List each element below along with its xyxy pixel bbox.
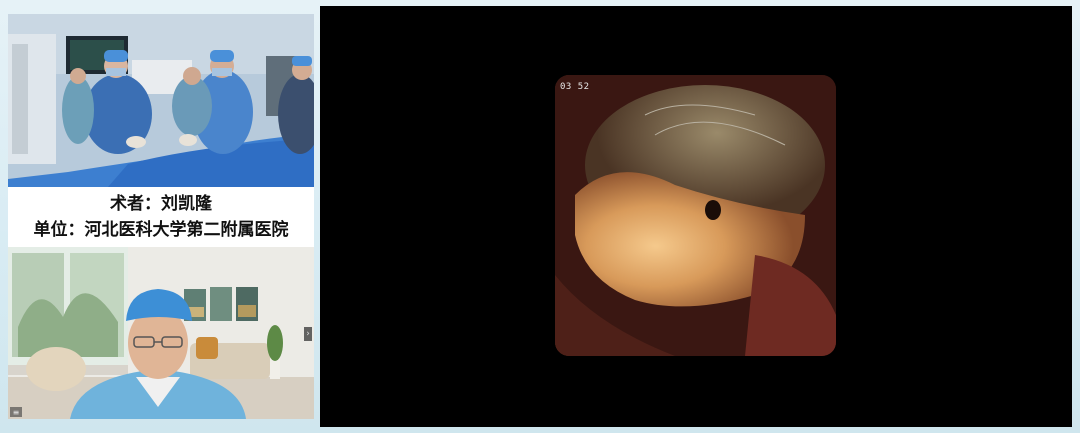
operating-room-camera[interactable] [8, 14, 314, 187]
left-video-column: 术者：刘凯隆 单位：河北医科大学第二附属医院 › ≡ [8, 14, 314, 419]
speaker-scene [8, 247, 314, 419]
hospital-unit-line: 单位：河北医科大学第二附属医院 [33, 220, 289, 240]
menu-icon[interactable]: ≡ [10, 407, 22, 417]
endoscope-image [555, 75, 836, 356]
endoscope-view: 03 52 [555, 75, 836, 356]
surgeon-name-line: 术者：刘凯隆 [110, 194, 212, 214]
chevron-right-icon[interactable]: › [304, 327, 312, 341]
video-timestamp: 03 52 [560, 82, 590, 92]
speaker-camera[interactable]: › ≡ [8, 247, 314, 419]
main-video-player[interactable]: 03 52 [320, 6, 1072, 427]
surgeon-caption: 术者：刘凯隆 单位：河北医科大学第二附属医院 [8, 187, 314, 247]
operating-room-scene [8, 14, 314, 187]
